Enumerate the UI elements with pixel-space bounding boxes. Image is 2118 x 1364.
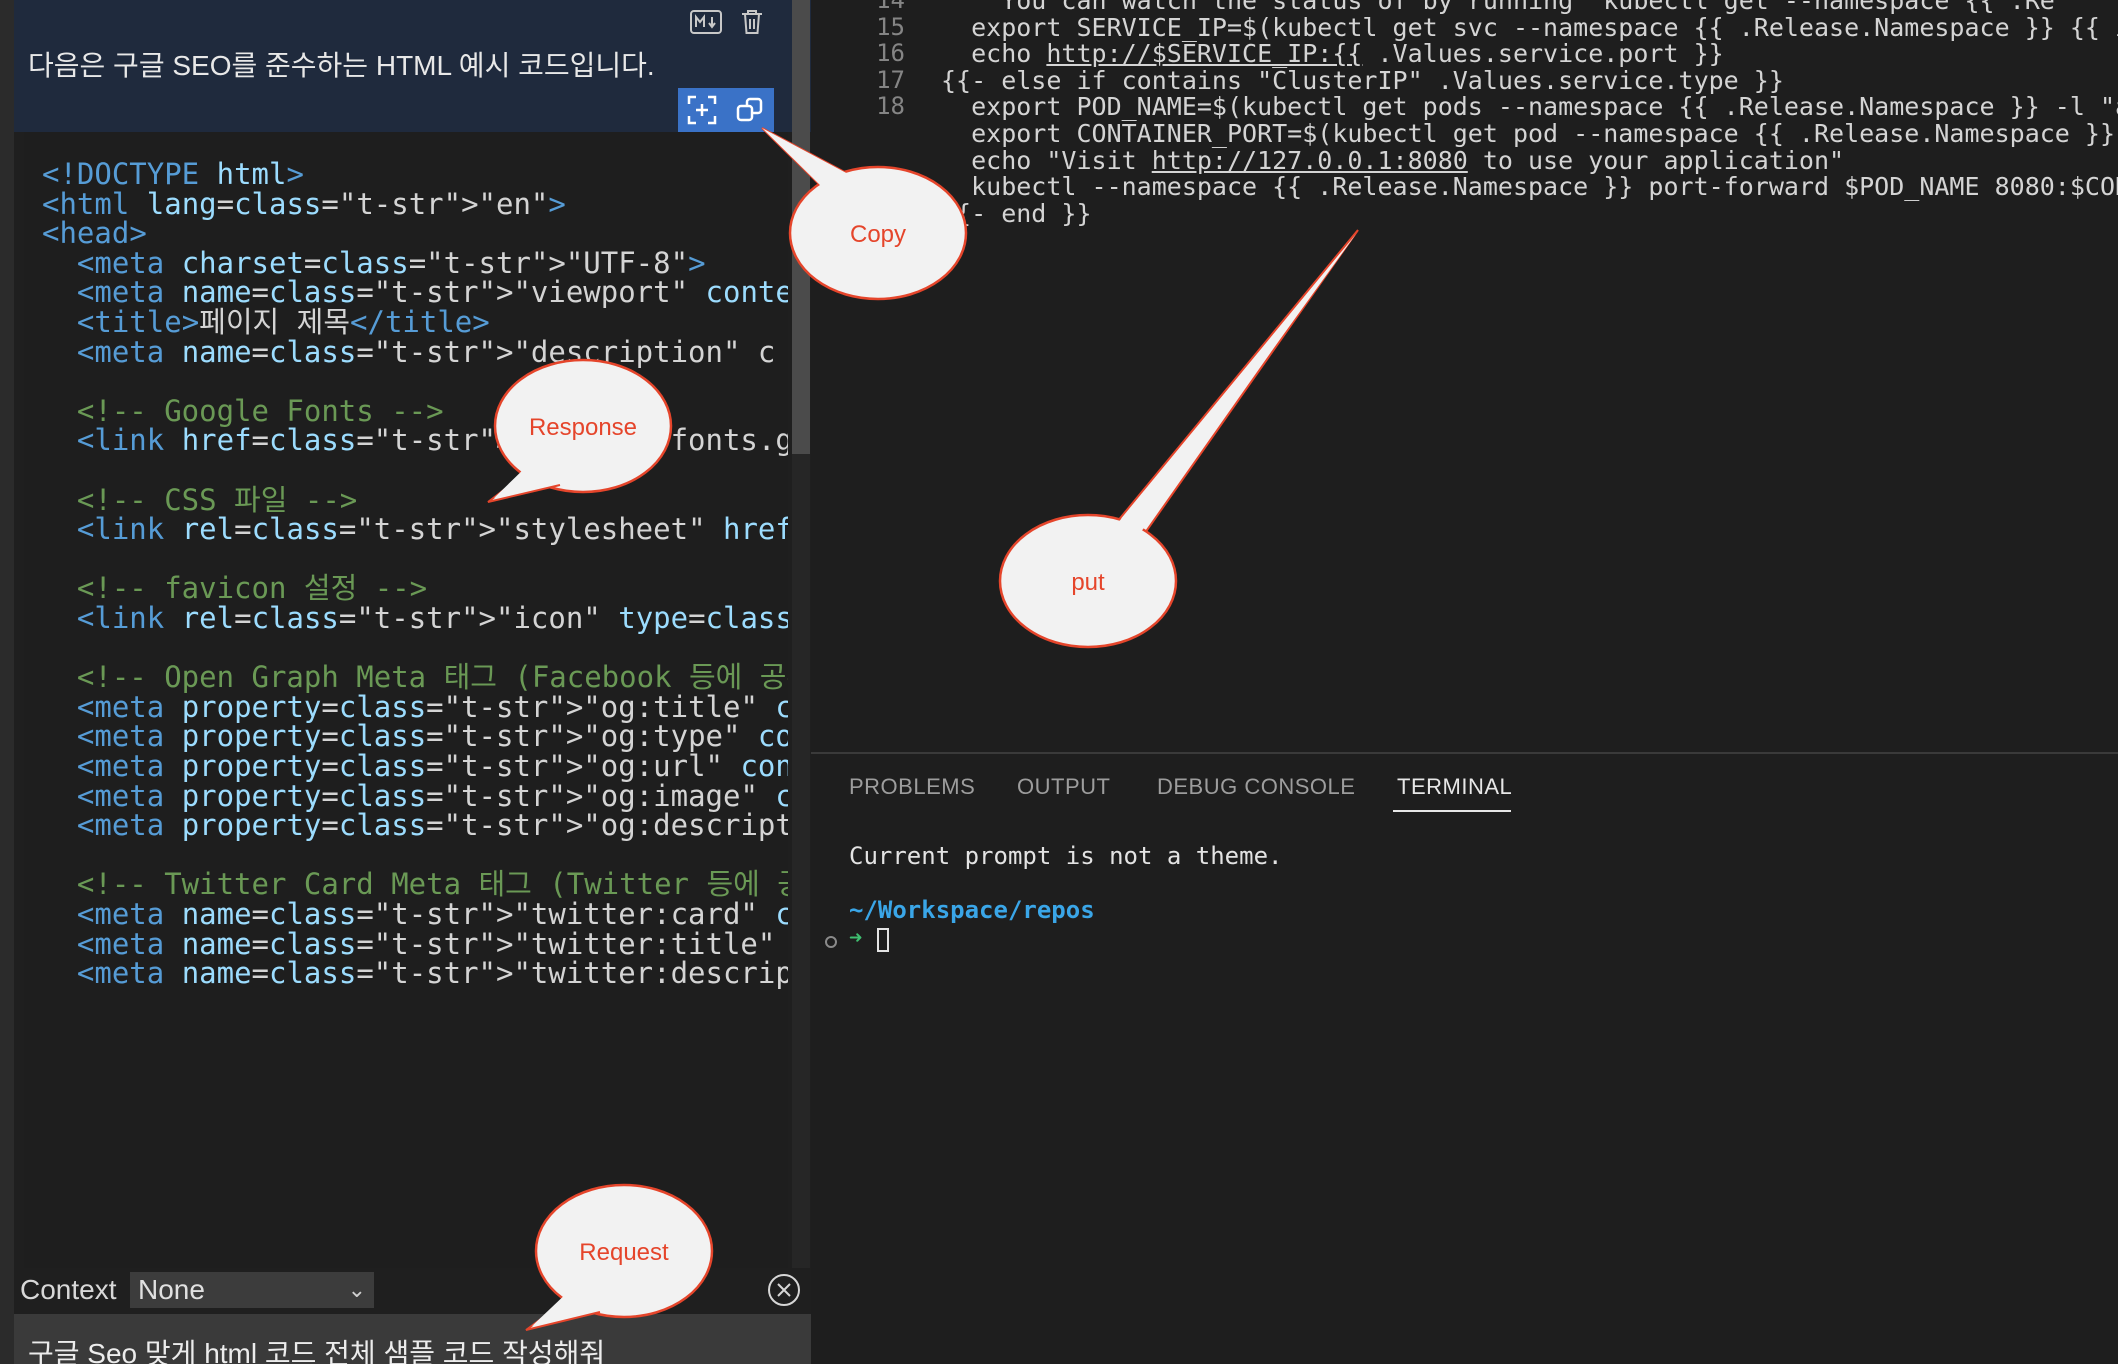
line-number: 15 xyxy=(876,12,905,41)
markdown-icon[interactable] xyxy=(684,2,728,42)
insert-icon[interactable] xyxy=(678,88,726,132)
line-number: 16 xyxy=(876,39,905,68)
editor-line: echo "Visit http://127.0.0.1:8080 to use… xyxy=(941,146,1844,175)
bottom-panel: PROBLEMS OUTPUT DEBUG CONSOLE TERMINAL C… xyxy=(811,754,2118,1364)
trash-icon[interactable] xyxy=(730,2,774,42)
chat-scrollbar-thumb[interactable] xyxy=(792,0,810,454)
activity-bar-edge xyxy=(0,0,14,1364)
tab-problems[interactable]: PROBLEMS xyxy=(849,774,975,800)
editor-line-text: echo xyxy=(941,39,1047,69)
editor-line: echo http://$SERVICE_IP:{{ .Values.servi… xyxy=(941,39,1724,68)
tab-output[interactable]: OUTPUT xyxy=(1017,774,1110,800)
terminal-status-circle-icon xyxy=(825,936,837,948)
editor-line-text: echo "Visit xyxy=(941,145,1152,175)
line-number: 23 xyxy=(876,225,905,254)
code-line: <meta name=class="t-str">"twitter:descri… xyxy=(76,956,788,991)
chat-scrollbar[interactable] xyxy=(792,0,810,1364)
editor-link[interactable]: http://$SERVICE_IP:{{ xyxy=(1046,39,1362,68)
code-line: <meta property=class="t-str">"og:descrip… xyxy=(76,808,788,843)
line-number: 18 xyxy=(876,92,905,121)
copy-icon[interactable] xyxy=(726,88,774,132)
editor-line: export SERVICE_IP=$(kubectl get svc --na… xyxy=(941,12,2118,42)
active-tab-indicator xyxy=(1393,810,1511,812)
editor-line: {{- else if contains "ClusterIP" .Values… xyxy=(941,65,1784,95)
response-header: 다음은 구글 SEO를 준수하는 HTML 예시 코드입니다. xyxy=(14,0,811,132)
chevron-down-icon: ⌄ xyxy=(347,1277,366,1302)
request-input[interactable]: 구글 Seo 맞게 html 코드 전체 샘플 코드 작성해줘 xyxy=(14,1314,811,1364)
context-select-value: None xyxy=(138,1274,205,1305)
code-line: <link rel=class="t-str">"stylesheet" hre… xyxy=(76,512,788,547)
response-text: 다음은 구글 SEO를 준수하는 HTML 예시 코드입니다. xyxy=(28,50,655,81)
code-block[interactable]: <!DOCTYPE html> <html lang=class="t-str">… xyxy=(24,132,788,1268)
editor-line: {{- end }} xyxy=(941,198,1092,228)
line-number: 17 xyxy=(876,65,905,94)
editor-line-text: to use your application" xyxy=(1467,145,1845,175)
context-bar: Context None ⌄ xyxy=(14,1268,811,1314)
tab-debug-console[interactable]: DEBUG CONSOLE xyxy=(1157,774,1355,800)
close-circle-icon[interactable] xyxy=(767,1273,801,1307)
tab-terminal[interactable]: TERMINAL xyxy=(1397,774,1512,800)
editor-line: kubectl --namespace {{ .Release.Namespac… xyxy=(941,172,2118,202)
terminal-path: ~/Workspace/repos xyxy=(849,896,1095,924)
code-toolbar xyxy=(678,88,774,132)
code-line: <link rel=class="t-str">"icon" type=clas… xyxy=(76,601,788,635)
chat-panel: 다음은 구글 SEO를 준수하는 HTML 예시 코드입니다. <!DOCTYP… xyxy=(14,0,811,1364)
code-line: <meta name=class="t-str">"description" c xyxy=(76,334,776,369)
prompt-arrow-icon: ➜ xyxy=(849,926,863,951)
editor-line: export CONTAINER_PORT=$(kubectl get pod … xyxy=(941,119,2118,148)
editor-line-text: .Values.service.port }} xyxy=(1362,39,1724,69)
request-text: 구글 Seo 맞게 html 코드 전체 샘플 코드 작성해줘 xyxy=(28,1338,606,1364)
code-line: <link href=class="t-str">"https://fonts.… xyxy=(76,423,788,458)
terminal-message: Current prompt is not a theme. xyxy=(849,842,1283,870)
context-select[interactable]: None ⌄ xyxy=(130,1272,374,1308)
editor-line: export POD_NAME=$(kubectl get pods --nam… xyxy=(941,92,2118,122)
code-editor[interactable]: 14 You can watch the status of by runnin… xyxy=(811,0,2118,752)
terminal-cursor[interactable] xyxy=(877,928,889,952)
editor-link[interactable]: http://127.0.0.1:8080 xyxy=(1152,146,1468,175)
context-label: Context xyxy=(20,1274,117,1305)
